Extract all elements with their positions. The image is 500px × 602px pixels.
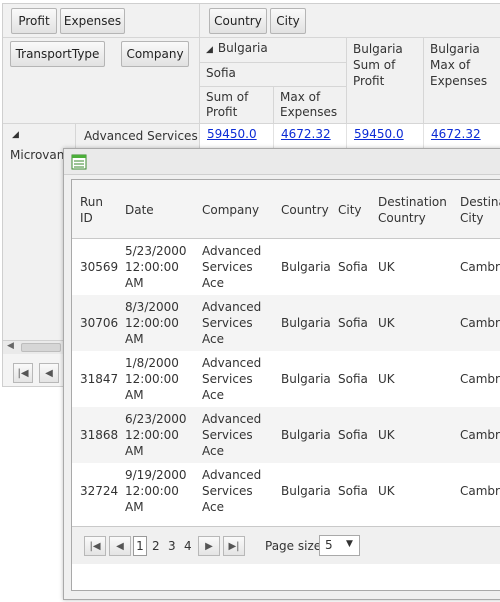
records-grid: Run ID Date Company Country City Destina… [71, 179, 500, 591]
collapse-arrow-icon[interactable]: ◢ [206, 45, 213, 55]
total-sum-of-profit-header: Bulgaria Sum of Profit [347, 38, 424, 124]
col-header-company[interactable]: Company [202, 202, 259, 218]
last-page-button[interactable]: ▶| [223, 536, 245, 556]
cell-company: Advanced Services Ace [202, 300, 262, 346]
country-header[interactable]: ◢ Bulgaria [200, 38, 347, 63]
page-size-label: Page size: [265, 539, 326, 553]
drilldown-window: Run ID Date Company Country City Destina… [63, 148, 500, 600]
field-city-button[interactable]: City [270, 8, 306, 34]
field-transporttype-button[interactable]: TransportType [10, 41, 105, 67]
col-header-city[interactable]: City [338, 202, 362, 218]
value-cell[interactable]: 59450.0 [347, 124, 424, 148]
cell-dest-country: UK [378, 260, 395, 274]
last-page-icon: ▶| [228, 540, 240, 552]
cell-dest-city: Cambridge [460, 260, 500, 274]
grid-icon [71, 154, 87, 170]
cell-country: Bulgaria [281, 316, 331, 330]
field-profit-button[interactable]: Profit [11, 8, 57, 34]
cell-date: 9/19/2000 12:00:00 AM [125, 468, 187, 514]
col-header-destination-city[interactable]: Destination City [460, 194, 500, 226]
collapse-arrow-icon[interactable]: ◢ [12, 130, 19, 140]
max-of-expenses-header: Max of Expenses [274, 87, 347, 124]
sum-of-profit-header: Sum of Profit [200, 87, 274, 124]
cell-dest-country: UK [378, 484, 395, 498]
field-country-button[interactable]: Country [209, 8, 267, 34]
first-page-icon: |◀ [17, 367, 29, 379]
table-row[interactable]: 30569 5/23/2000 12:00:00 AM Advanced Servi… [72, 239, 500, 295]
field-company-button[interactable]: Company [121, 41, 189, 67]
cell-dest-city: Cambridge [460, 428, 500, 442]
col-header-destination-country[interactable]: Destination Country [378, 194, 458, 226]
cell-dest-city: Cambridge [460, 372, 500, 386]
page-link-2[interactable]: 2 [152, 539, 160, 553]
cell-run-id: 31868 [80, 428, 119, 442]
page-link-1[interactable]: 1 [133, 536, 147, 556]
prev-page-icon: ◀ [116, 540, 124, 552]
col-header-country[interactable]: Country [281, 202, 329, 218]
cell-company: Advanced Services Ace [202, 244, 262, 290]
cell-dest-country: UK [378, 372, 395, 386]
cell-date: 8/3/2000 12:00:00 AM [125, 300, 179, 346]
page-size-select[interactable]: 5 ▼ [319, 535, 360, 556]
cell-date: 6/23/2000 12:00:00 AM [125, 412, 187, 458]
table-row[interactable]: 30706 8/3/2000 12:00:00 AM Advanced Servic… [72, 295, 500, 351]
col-header-run-id[interactable]: Run ID [80, 194, 116, 226]
table-row[interactable]: 31847 1/8/2000 12:00:00 AM Advanced Servic… [72, 351, 500, 407]
cell-date: 1/8/2000 12:00:00 AM [125, 356, 179, 402]
next-page-button[interactable]: ▶ [198, 536, 220, 556]
grid-pager: |◀ ◀ 1 2 3 4 ▶ ▶| Page size: 5 ▼ [72, 526, 500, 564]
field-expenses-button[interactable]: Expenses [60, 8, 125, 34]
value-cell[interactable]: 4672.32 [424, 124, 500, 148]
prev-page-button[interactable]: ◀ [109, 536, 131, 556]
cell-city: Sofia [338, 372, 368, 386]
cell-dest-country: UK [378, 316, 395, 330]
table-row[interactable]: 31868 6/23/2000 12:00:00 AM Advanced Servi… [72, 407, 500, 463]
prev-page-icon: ◀ [45, 367, 53, 379]
value-cell[interactable]: 4672.32 [274, 124, 347, 148]
scroll-left-icon[interactable]: ◀ [7, 341, 14, 351]
cell-country: Bulgaria [281, 372, 331, 386]
cell-date: 5/23/2000 12:00:00 AM [125, 244, 187, 290]
cell-run-id: 32724 [80, 484, 119, 498]
cell-run-id: 31847 [80, 372, 119, 386]
grid-header: Run ID Date Company Country City Destina… [72, 180, 500, 239]
cell-city: Sofia [338, 316, 368, 330]
total-max-of-expenses-header: Bulgaria Max of Expenses [424, 38, 500, 124]
page-link-3[interactable]: 3 [168, 539, 176, 553]
window-statusbar [71, 593, 500, 599]
first-page-button[interactable]: |◀ [13, 363, 33, 383]
cell-company: Advanced Services Ace [202, 356, 262, 402]
first-page-button[interactable]: |◀ [84, 536, 106, 556]
cell-dest-city: Cambridge [460, 484, 500, 498]
cell-dest-country: UK [378, 428, 395, 442]
city-header: Sofia [200, 63, 347, 87]
page-size-value: 5 [325, 538, 333, 552]
cell-city: Sofia [338, 484, 368, 498]
cell-city: Sofia [338, 260, 368, 274]
cell-dest-city: Cambridge [460, 316, 500, 330]
cell-run-id: 30706 [80, 316, 119, 330]
col-header-date[interactable]: Date [125, 202, 154, 218]
table-row[interactable]: 32724 9/19/2000 12:00:00 AM Advanced Servi… [72, 463, 500, 519]
prev-page-button[interactable]: ◀ [39, 363, 59, 383]
page-link-4[interactable]: 4 [184, 539, 192, 553]
row-header-microvan: Microvan [10, 148, 65, 162]
window-titlebar[interactable] [64, 149, 500, 175]
value-cell[interactable]: 59450.0 [200, 124, 274, 148]
scrollbar-thumb[interactable] [21, 343, 61, 352]
cell-run-id: 30569 [80, 260, 119, 274]
cell-country: Bulgaria [281, 260, 331, 274]
cell-company: Advanced Services Ace [202, 468, 262, 514]
cell-company: Advanced Services Ace [202, 412, 262, 458]
first-page-icon: |◀ [89, 540, 101, 552]
row-header-advanced-services: Advanced Services [84, 129, 198, 143]
next-page-icon: ▶ [205, 540, 213, 552]
cell-country: Bulgaria [281, 428, 331, 442]
chevron-down-icon[interactable]: ▼ [346, 539, 353, 549]
cell-country: Bulgaria [281, 484, 331, 498]
cell-city: Sofia [338, 428, 368, 442]
